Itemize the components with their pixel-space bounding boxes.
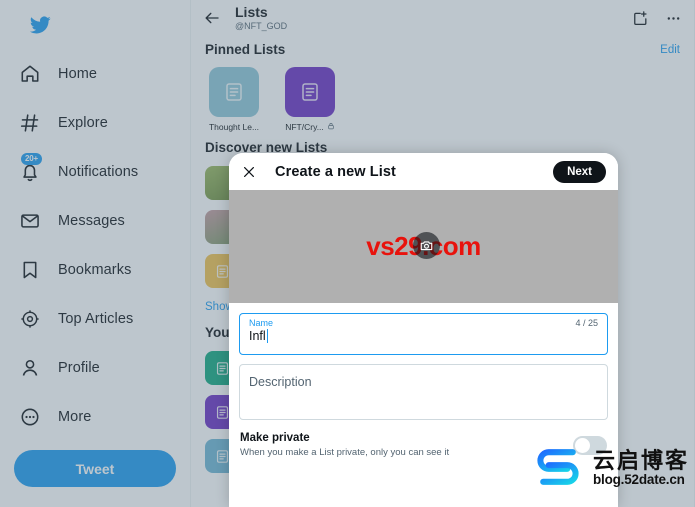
make-private-subtitle: When you make a List private, only you c… <box>240 447 450 458</box>
create-list-form: Name 4 / 25 Infl Description Make privat… <box>229 303 618 458</box>
close-icon[interactable] <box>241 164 257 180</box>
app-root: Home Explore 20+ Notifications Messages <box>0 0 695 507</box>
name-field-top: Name 4 / 25 <box>249 318 598 328</box>
watermark-text: 云启博客 blog.52date.cn <box>593 450 689 489</box>
next-button[interactable]: Next <box>553 160 606 183</box>
yunqi-logo-icon <box>530 442 586 497</box>
modal-title: Create a new List <box>275 163 396 180</box>
text-caret <box>266 329 268 343</box>
list-name-field[interactable]: Name 4 / 25 Infl <box>239 313 608 355</box>
make-private-title: Make private <box>240 432 310 444</box>
make-private-text: Make private When you make a List privat… <box>240 432 449 458</box>
camera-icon[interactable] <box>413 232 440 259</box>
list-banner[interactable]: vs29.com <box>229 190 618 303</box>
watermark-url: blog.52date.cn <box>592 472 685 488</box>
site-watermark: 云启博客 blog.52date.cn <box>530 442 689 497</box>
name-field-label: Name <box>249 318 274 328</box>
watermark-cn: 云启博客 <box>592 448 689 474</box>
name-char-counter: 4 / 25 <box>575 318 598 328</box>
description-placeholder: Description <box>249 375 312 389</box>
name-field-value-wrap: Infl <box>249 329 598 343</box>
name-input-value: Infl <box>249 329 266 343</box>
modal-header: Create a new List Next <box>229 153 618 190</box>
list-description-field[interactable]: Description <box>239 364 608 420</box>
